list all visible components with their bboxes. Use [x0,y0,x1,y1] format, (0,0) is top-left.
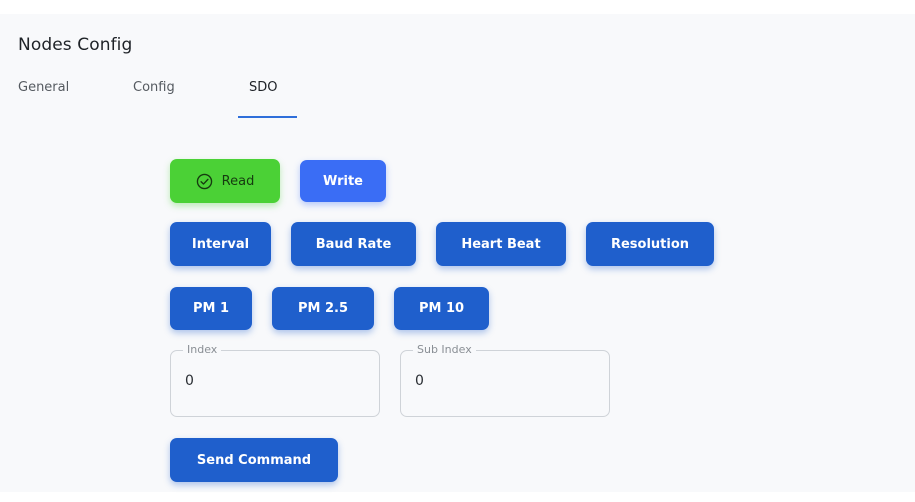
index-input[interactable] [185,373,365,389]
read-button[interactable]: Read [170,159,280,203]
tab-sdo[interactable]: SDO [249,80,278,95]
page-title: Nodes Config [18,35,133,55]
write-button[interactable]: Write [300,160,386,202]
send-command-button[interactable]: Send Command [170,438,338,482]
sub-index-field-label: Sub Index [413,343,476,357]
heart-beat-button[interactable]: Heart Beat [436,222,566,266]
pm10-button[interactable]: PM 10 [394,287,489,330]
sub-index-field: Sub Index [400,343,610,417]
sub-index-input[interactable] [415,373,595,389]
pm1-button[interactable]: PM 1 [170,287,252,330]
tab-config[interactable]: Config [133,80,175,95]
interval-button[interactable]: Interval [170,222,271,266]
active-tab-indicator [238,116,297,118]
index-field-label: Index [183,343,222,357]
tab-general[interactable]: General [18,80,69,95]
baud-rate-button[interactable]: Baud Rate [291,222,416,266]
check-circle-icon [196,173,213,190]
pm2-5-button[interactable]: PM 2.5 [272,287,374,330]
index-field: Index [170,343,380,417]
resolution-button[interactable]: Resolution [586,222,714,266]
read-button-label: Read [221,173,255,189]
